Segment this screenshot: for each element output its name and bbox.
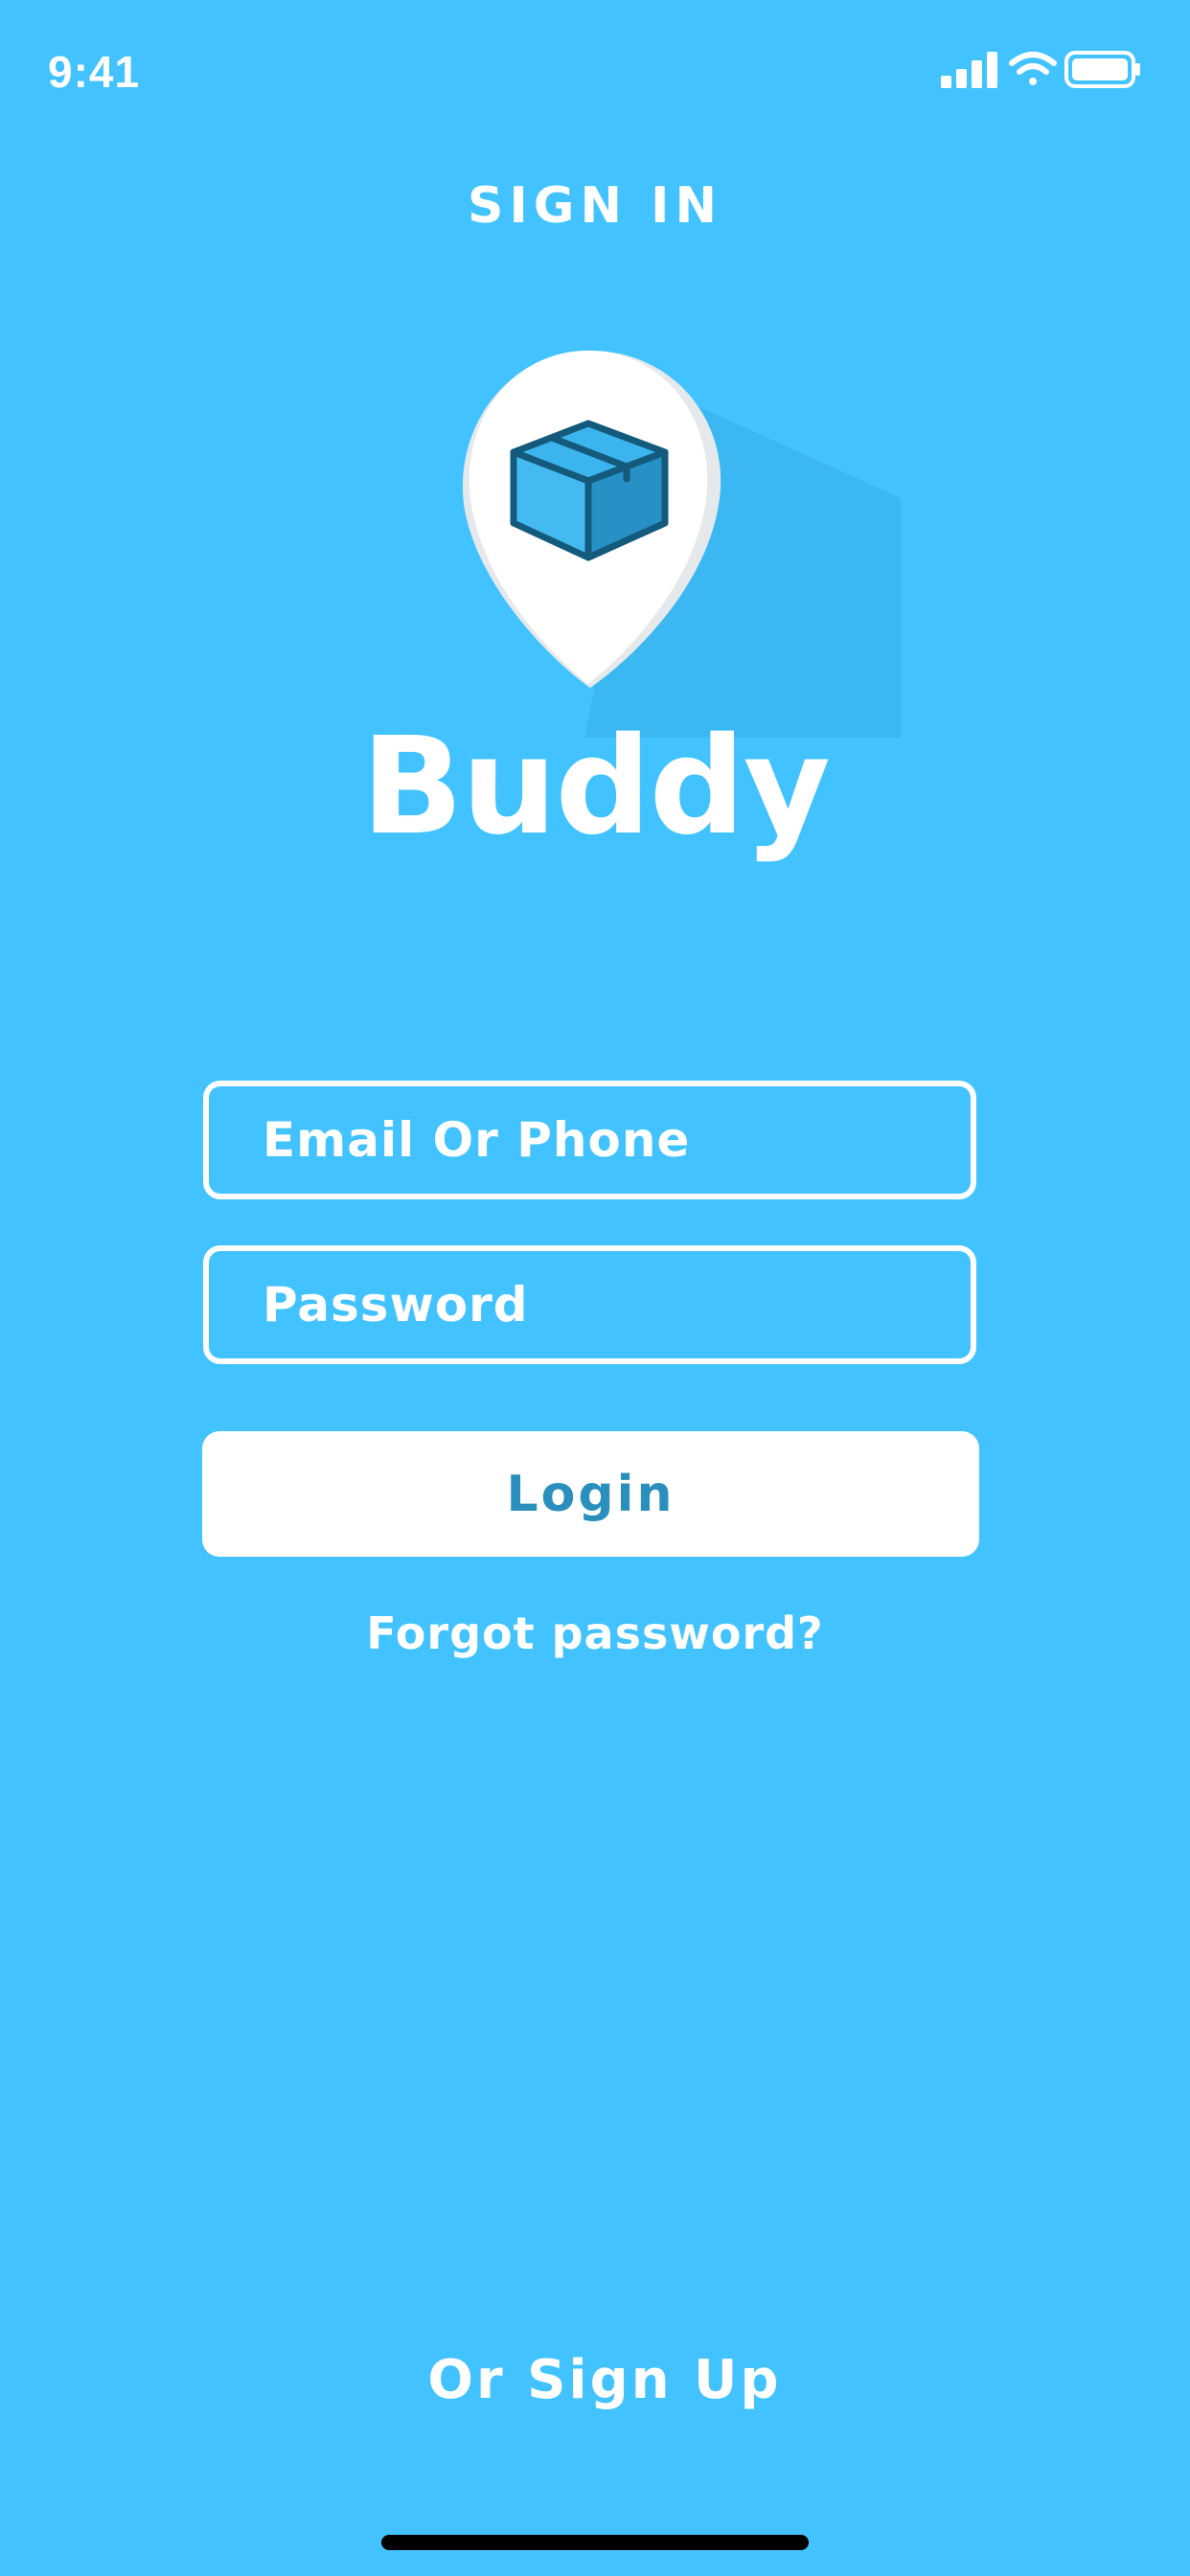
brand-name: Buddy — [360, 709, 831, 865]
status-time: 9:41 — [48, 47, 141, 97]
page-title: SIGN IN — [468, 177, 722, 235]
status-bar: 9:41 — [0, 0, 1190, 144]
status-icons — [941, 50, 1142, 98]
email-field[interactable] — [203, 1081, 976, 1199]
email-input[interactable] — [209, 1086, 971, 1194]
wifi-icon — [1009, 52, 1057, 85]
home-indicator[interactable] — [381, 2535, 809, 2550]
cellular-signal-icon — [941, 52, 997, 88]
login-button[interactable]: Login — [202, 1431, 979, 1557]
password-input[interactable] — [209, 1251, 971, 1358]
location-pin-package-icon — [364, 335, 901, 738]
forgot-password-link[interactable]: Forgot password? — [0, 1607, 1190, 1659]
sign-up-link[interactable]: Or Sign Up — [0, 2349, 1190, 2411]
sign-in-screen: 9:41 SIGN IN Buddy Email Or Phone Login … — [0, 0, 1190, 2576]
battery-icon — [1064, 51, 1140, 88]
password-field[interactable] — [203, 1245, 976, 1364]
